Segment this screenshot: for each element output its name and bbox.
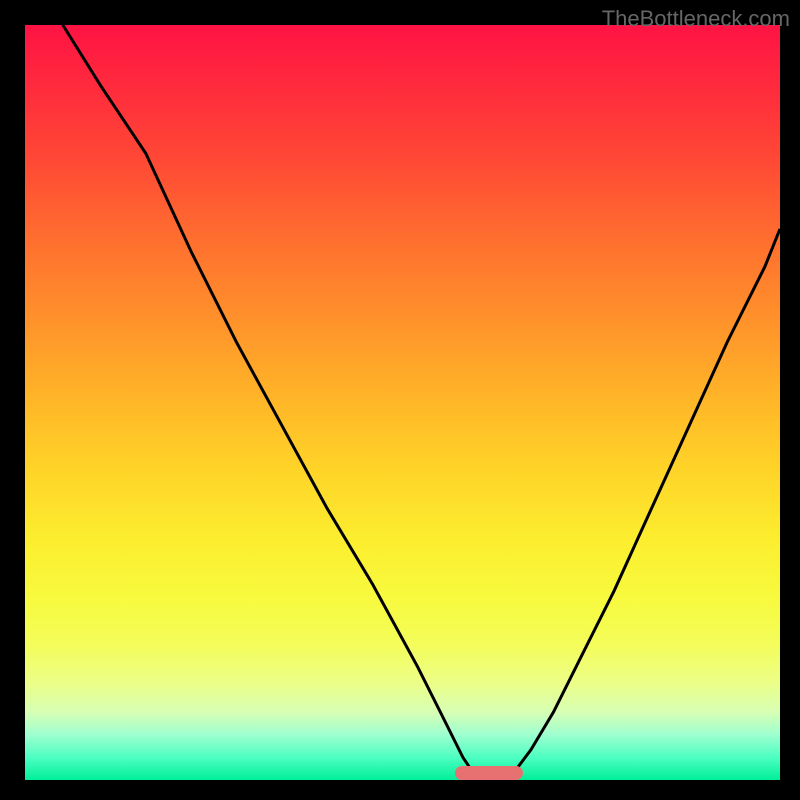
optimal-range-marker — [455, 766, 523, 780]
watermark-text: TheBottleneck.com — [602, 6, 790, 32]
curve-svg — [25, 25, 780, 780]
plot-area — [25, 25, 780, 780]
bottleneck-curve-left — [63, 25, 478, 780]
bottleneck-curve-right — [508, 229, 780, 780]
chart-container: TheBottleneck.com — [0, 0, 800, 800]
